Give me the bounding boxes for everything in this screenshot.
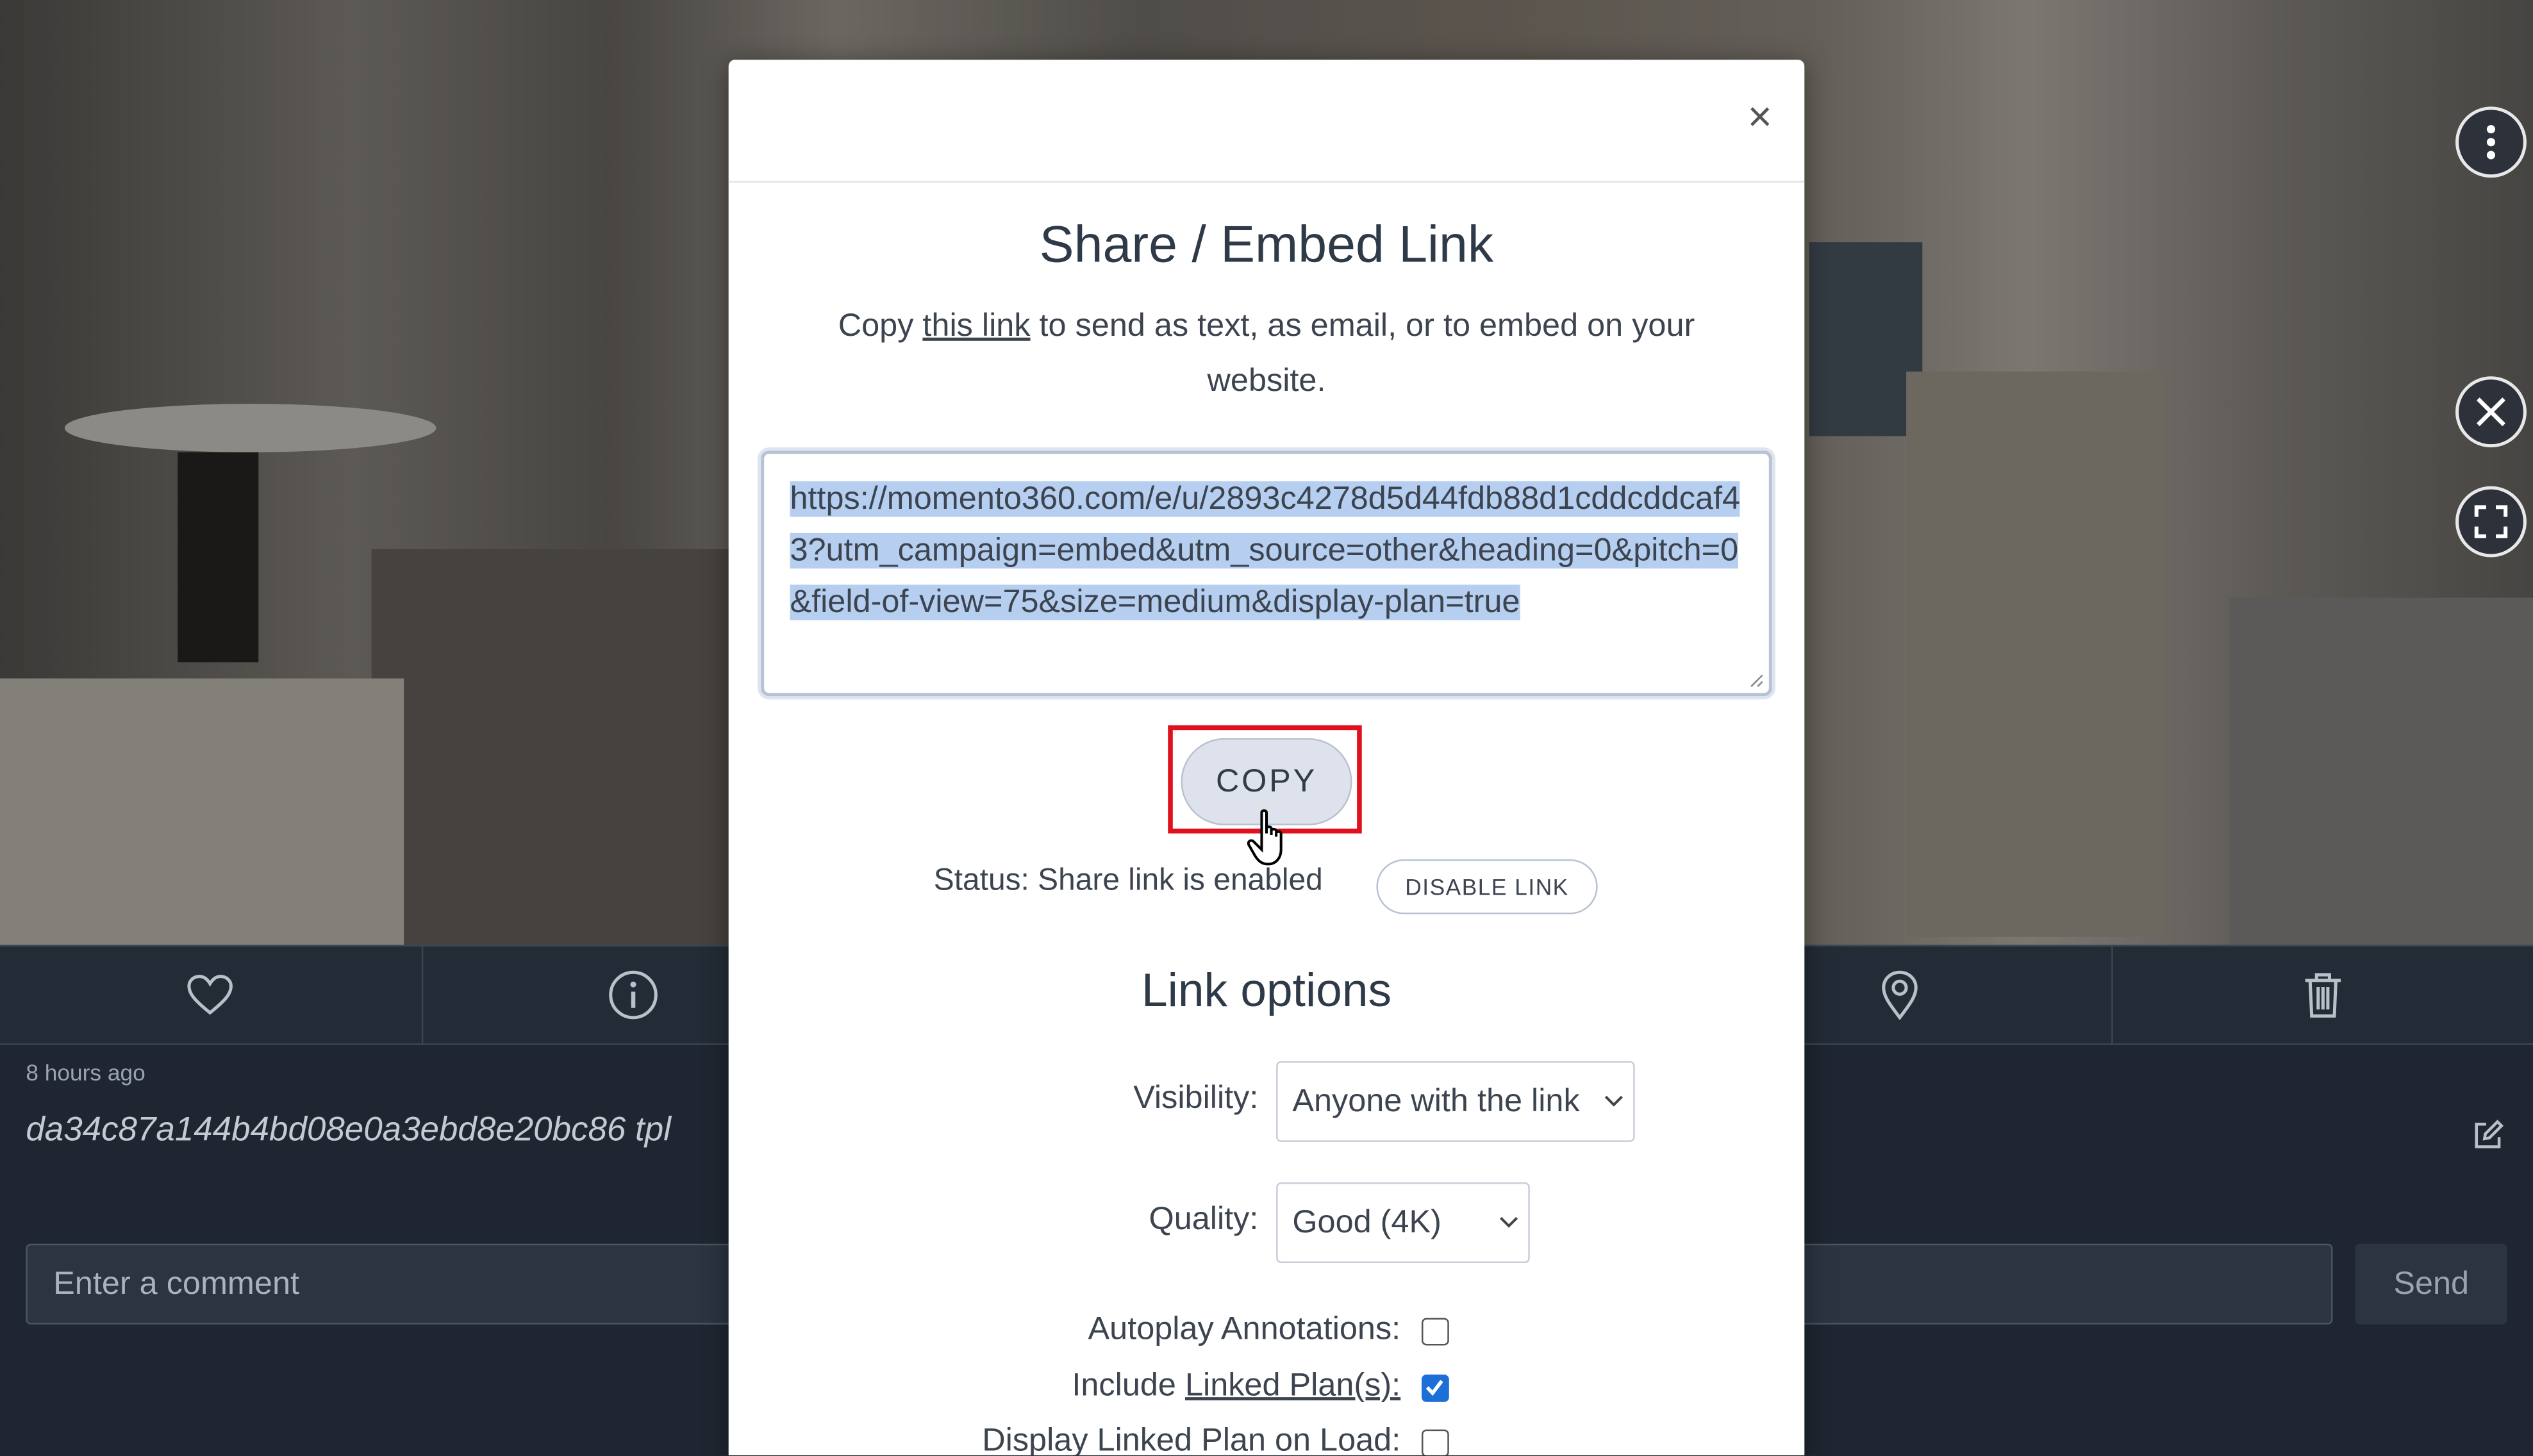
chevron-down-icon [1604,1095,1623,1107]
edit-icon [2475,1120,2504,1148]
autoplay-checkbox[interactable] [1421,1318,1449,1346]
close-circle-icon [2476,397,2505,427]
link-options-heading: Link options [1141,966,1392,1018]
heart-icon [187,975,233,1015]
linked-plans-link[interactable]: Linked Plan(s): [1185,1368,1400,1403]
this-link[interactable]: this link [922,308,1030,343]
info-icon [608,970,658,1020]
edit-title-button[interactable] [2471,1120,2504,1160]
share-url-textarea[interactable]: https://momento360.com/e/u/2893c4278d5d4… [761,451,1772,697]
fullscreen-icon [2474,505,2508,538]
close-viewer-button[interactable] [2455,376,2527,448]
send-button[interactable]: Send [2355,1243,2507,1325]
more-vertical-icon [2486,125,2496,160]
desc-prefix: Copy [838,308,923,344]
autoplay-label: Autoplay Annotations: [1088,1311,1401,1348]
hand-cursor-icon [1247,809,1283,866]
map-pin-icon [1882,970,1918,1021]
display-plan-checkbox[interactable] [1421,1429,1449,1455]
share-status: Status: Share link is enabled [933,864,1323,898]
more-options-button[interactable] [2455,106,2527,178]
fullscreen-button[interactable] [2455,486,2527,558]
resize-handle-icon[interactable] [1748,672,1764,688]
include-plans-label: Include Linked Plan(s): [971,1368,1400,1405]
modal-description: Copy this link to send as text, as email… [810,299,1724,408]
trash-icon [2304,973,2341,1018]
disable-link-button[interactable]: DISABLE LINK [1376,859,1598,914]
image-filename: da34c87a144b4bd08e0a3ebd8e20bc86 tpl [26,1111,671,1149]
quality-value: Good (4K) [1292,1204,1441,1240]
modal-title: Share / Embed Link [1039,215,1494,273]
share-url-text: https://momento360.com/e/u/2893c4278d5d4… [790,481,1741,620]
desc-suffix: to send as text, as email, or to embed o… [1030,308,1695,399]
visibility-label: Visibility: [1133,1080,1259,1116]
app-root: 8 hours ago da34c87a144b4bd08e0a3ebd8e20… [0,0,2533,1455]
close-icon[interactable]: × [1748,95,1772,138]
like-button[interactable] [0,946,423,1044]
quality-label: Quality: [1149,1202,1259,1237]
quality-select[interactable]: Good (4K) [1276,1182,1530,1263]
timestamp: 8 hours ago [26,1059,145,1086]
display-plan-label: Display Linked Plan on Load: [982,1423,1401,1455]
checkmark-icon [1425,1380,1443,1396]
modal-header: × [728,60,1805,183]
delete-button[interactable] [2112,947,2533,1043]
include-plans-checkbox[interactable] [1421,1374,1449,1402]
chevron-down-icon [1500,1216,1518,1228]
visibility-value: Anyone with the link [1292,1082,1580,1119]
share-embed-modal: × Share / Embed Link Copy this link to s… [728,60,1805,1455]
visibility-select[interactable]: Anyone with the link [1276,1061,1635,1142]
include-prefix: Include [1072,1368,1185,1404]
